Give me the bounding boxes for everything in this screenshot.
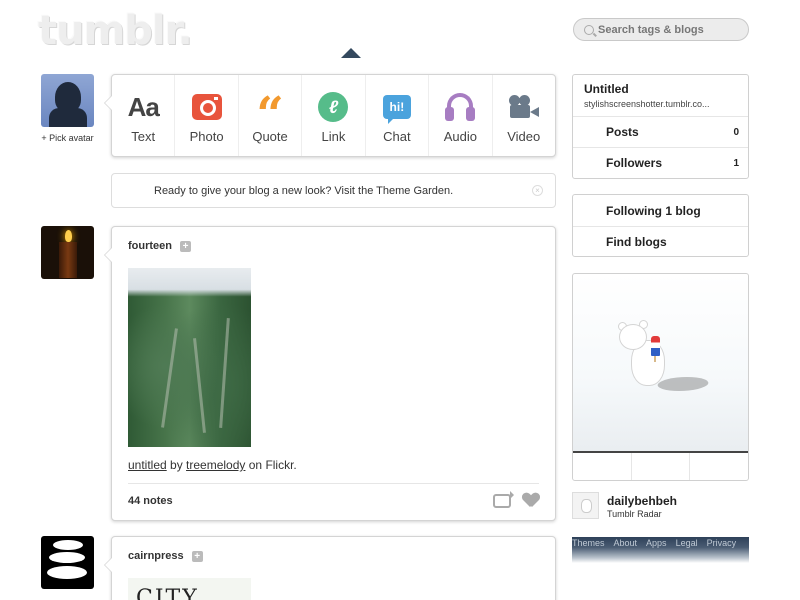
sidebar-item-find-blogs[interactable]: Find blogs (573, 226, 748, 257)
footer-link-themes[interactable]: Themes (572, 538, 605, 563)
search-box[interactable] (573, 18, 749, 41)
sidebar-item-label: Followers (606, 156, 663, 170)
tumblr-radar-image[interactable] (572, 273, 749, 481)
link-icon: ℓ (318, 92, 349, 122)
radar-strip-cell (632, 453, 691, 480)
notice-text: Ready to give your blog a new look? Visi… (154, 184, 454, 197)
blog-summary: Untitled stylishscreenshotter.tumblr.co.… (572, 74, 749, 179)
post-caption: untitled by treemelody on Flickr. (128, 458, 297, 472)
dashboard-caret-icon (341, 48, 361, 58)
preview-text: CITY (136, 586, 199, 600)
bear-head (619, 324, 647, 350)
footer-links: Themes About Apps Legal Privacy (572, 537, 749, 563)
post-author-avatar-cairnpress[interactable] (41, 536, 94, 589)
post-type-label: Quote (252, 129, 288, 144)
post-type-text[interactable]: Aa Text (112, 75, 176, 156)
post-type-label: Video (507, 129, 541, 144)
popsicle (651, 336, 660, 356)
post-card: cairnpress + CITY (104, 536, 556, 600)
sidebar-item-count: 1 (733, 157, 739, 169)
post-type-link[interactable]: ℓ Link (302, 75, 366, 156)
caption-text: on Flickr. (245, 458, 297, 472)
post-photo[interactable]: CITY (128, 578, 251, 600)
radar-user[interactable]: dailybehbeh Tumblr Radar (572, 492, 749, 522)
radar-strip-cell (690, 453, 748, 480)
card-pointer (104, 557, 112, 573)
footer-link-legal[interactable]: Legal (676, 538, 698, 563)
post-divider (128, 483, 539, 484)
text-icon: Aa (127, 91, 160, 122)
radar-strip (573, 451, 748, 480)
caption-link-author[interactable]: treemelody (186, 458, 245, 472)
blog-url[interactable]: stylishscreenshotter.tumblr.co... (584, 99, 744, 109)
post-type-label: Chat (383, 129, 411, 144)
candle-flame (65, 230, 72, 242)
pick-avatar-link[interactable]: + Pick avatar (41, 131, 94, 146)
radar-user-avatar[interactable] (572, 492, 599, 519)
search-input[interactable] (598, 23, 748, 36)
caption-link-title[interactable]: untitled (128, 458, 167, 472)
follow-plus-icon[interactable]: + (180, 240, 191, 252)
footer-link-apps[interactable]: Apps (646, 538, 667, 563)
headphones-icon (445, 93, 476, 121)
reblog-icon[interactable] (493, 491, 514, 508)
post-type-label: Link (321, 129, 346, 144)
post-type-bar: Aa Text Photo “ Quote ℓ Link hi! Chat Au… (104, 74, 556, 157)
post-type-chat[interactable]: hi! Chat (366, 75, 430, 156)
quote-icon: “ (256, 87, 284, 143)
sidebar-item-posts[interactable]: Posts 0 (573, 116, 748, 147)
sidebar-item-count: 0 (733, 126, 739, 138)
footer-link-about[interactable]: About (614, 538, 638, 563)
sidebar-item-following[interactable]: Following 1 blog (573, 195, 748, 226)
radar-user-name[interactable]: dailybehbeh (607, 494, 677, 508)
post-notes-count[interactable]: 44 notes (128, 495, 173, 507)
radar-label: Tumblr Radar (607, 509, 662, 519)
sidebar-item-followers[interactable]: Followers 1 (573, 147, 748, 178)
video-camera-icon (508, 95, 540, 119)
stone (47, 566, 87, 579)
following-box: Following 1 blog Find blogs (572, 194, 749, 257)
post-type-label: Audio (443, 129, 477, 144)
sidebar-item-label: Following 1 blog (606, 203, 701, 218)
footer-link-privacy[interactable]: Privacy (707, 538, 737, 563)
camera-icon (191, 94, 222, 120)
post-author-name[interactable]: fourteen (128, 240, 172, 252)
post-type-audio[interactable]: Audio (429, 75, 493, 156)
post-type-video[interactable]: Video (493, 75, 555, 156)
post-type-label: Photo (189, 129, 224, 144)
stone (53, 540, 83, 550)
stone (49, 552, 85, 563)
post-photo[interactable] (128, 268, 251, 447)
silhouette-body (49, 108, 87, 127)
post-card: fourteen + untitled by treemelody on Fli… (104, 226, 556, 521)
tumblr-logo[interactable]: tumblr. (38, 8, 193, 54)
close-icon[interactable]: × (532, 185, 543, 196)
post-type-label: Text (131, 129, 156, 144)
blog-title[interactable]: Untitled (584, 82, 629, 96)
radar-strip-cell (573, 453, 632, 480)
card-pointer (104, 95, 112, 111)
heart-icon[interactable] (523, 493, 539, 508)
post-type-photo[interactable]: Photo (175, 75, 239, 156)
theme-garden-notice[interactable]: Ready to give your blog a new look? Visi… (111, 173, 556, 208)
caption-text: by (166, 458, 187, 472)
popsicle-stick (654, 356, 656, 362)
chat-icon: hi! (382, 95, 411, 124)
bear-shadow (653, 377, 713, 391)
post-author-avatar-fourteen[interactable] (41, 226, 94, 279)
search-icon (584, 24, 594, 35)
follow-plus-icon[interactable]: + (191, 550, 203, 562)
sidebar-item-label: Find blogs (606, 235, 667, 249)
my-avatar[interactable] (41, 74, 94, 127)
card-pointer (104, 247, 112, 263)
sidebar-item-label: Posts (606, 125, 639, 139)
candle-body (59, 242, 77, 278)
post-type-quote[interactable]: “ Quote (239, 75, 303, 156)
post-author-name[interactable]: cairnpress (128, 550, 184, 562)
